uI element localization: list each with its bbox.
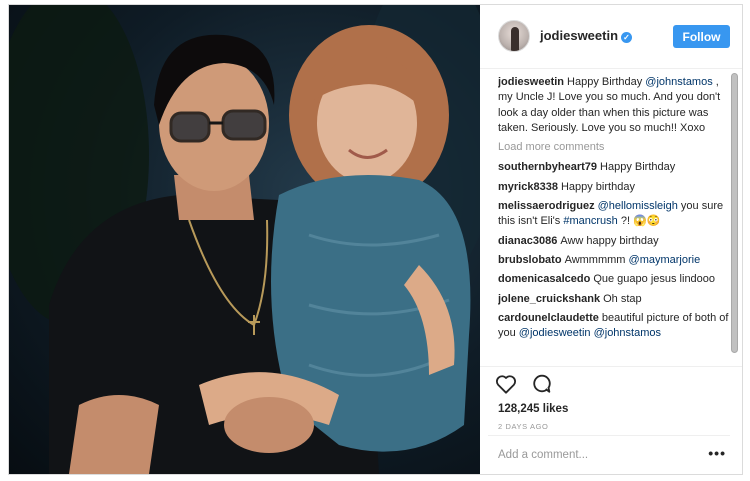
verified-badge-icon: ✓ — [621, 32, 633, 43]
follow-button[interactable]: Follow — [673, 25, 730, 48]
scrollbar-thumb[interactable] — [731, 73, 738, 353]
comment-username[interactable]: brubslobato — [498, 254, 562, 266]
mention-link[interactable]: @maymarjorie — [629, 254, 701, 266]
comment-username[interactable]: jolene_cruickshank — [498, 293, 600, 305]
comment-text: Happy Birthday — [600, 161, 676, 174]
comment-username[interactable]: jodiesweetin — [498, 76, 564, 88]
header-username[interactable]: jodiesweetin ✓ — [540, 28, 633, 43]
comment-icon[interactable] — [531, 373, 553, 399]
comment-text: Awmmmmm — [564, 253, 629, 266]
comment-text: Que guapo jesus lindooo — [593, 273, 716, 286]
username-text[interactable]: jodiesweetin — [540, 28, 618, 43]
comment-text: Happy birthday — [560, 180, 635, 193]
comment-text: Aww happy birthday — [560, 234, 659, 247]
comment-text: Happy Birthday — [567, 76, 646, 88]
comment: southernbyheart79 Happy Birthday — [498, 160, 730, 175]
add-comment-bar: ••• — [488, 435, 730, 473]
caption: jodiesweetin Happy Birthday @johnstamos ,… — [498, 75, 730, 136]
comment: myrick8338 Happy birthday — [498, 180, 730, 195]
post-photo[interactable] — [9, 5, 480, 474]
comment-username[interactable]: southernbyheart79 — [498, 161, 597, 173]
heart-icon[interactable] — [495, 373, 517, 399]
comment: dianac3086 Aww happy birthday — [498, 234, 730, 249]
add-comment-input[interactable] — [498, 446, 688, 464]
comment-username[interactable]: dianac3086 — [498, 235, 557, 247]
likes-count[interactable]: 128,245 likes — [498, 403, 568, 415]
post-timestamp[interactable]: 2 DAYS AGO — [498, 422, 548, 431]
comment: brubslobato Awmmmmm @maymarjorie — [498, 253, 730, 268]
comment-username[interactable]: cardounelclaudette — [498, 312, 599, 324]
comments-list: jodiesweetin Happy Birthday @johnstamos ,… — [498, 75, 730, 365]
load-more-comments-link[interactable]: Load more comments — [498, 140, 730, 155]
mention-link[interactable]: @johnstamos — [645, 76, 712, 88]
comments-scrollbar[interactable] — [731, 71, 739, 363]
comment: jolene_cruickshank Oh stap — [498, 292, 730, 307]
action-icons — [495, 373, 563, 399]
more-options-icon[interactable]: ••• — [708, 445, 726, 461]
post-header: jodiesweetin ✓ Follow — [480, 5, 742, 69]
post-side-panel: jodiesweetin ✓ Follow jodiesweetin Happy B… — [480, 5, 742, 474]
photo-illustration — [9, 5, 480, 474]
mention-link[interactable]: @jodiesweetin — [519, 327, 591, 339]
mention-link[interactable]: @hellomissleigh — [598, 200, 678, 212]
mention-link[interactable]: @johnstamos — [594, 327, 661, 339]
comment: melissaerodriguez @hellomissleigh you sur… — [498, 199, 730, 230]
instagram-post: jodiesweetin ✓ Follow jodiesweetin Happy B… — [8, 4, 743, 475]
comment-username[interactable]: domenicasalcedo — [498, 273, 590, 285]
comment-username[interactable]: melissaerodriguez — [498, 200, 595, 212]
avatar[interactable] — [498, 20, 530, 52]
comment-username[interactable]: myrick8338 — [498, 181, 558, 193]
mention-link[interactable]: #mancrush — [563, 215, 617, 227]
comment: domenicasalcedo Que guapo jesus lindooo — [498, 272, 730, 287]
comment-text: ?! 😱😳 — [617, 215, 661, 228]
comment: cardounelclaudette beautiful picture of b… — [498, 311, 730, 342]
comment-text: Oh stap — [603, 292, 642, 305]
